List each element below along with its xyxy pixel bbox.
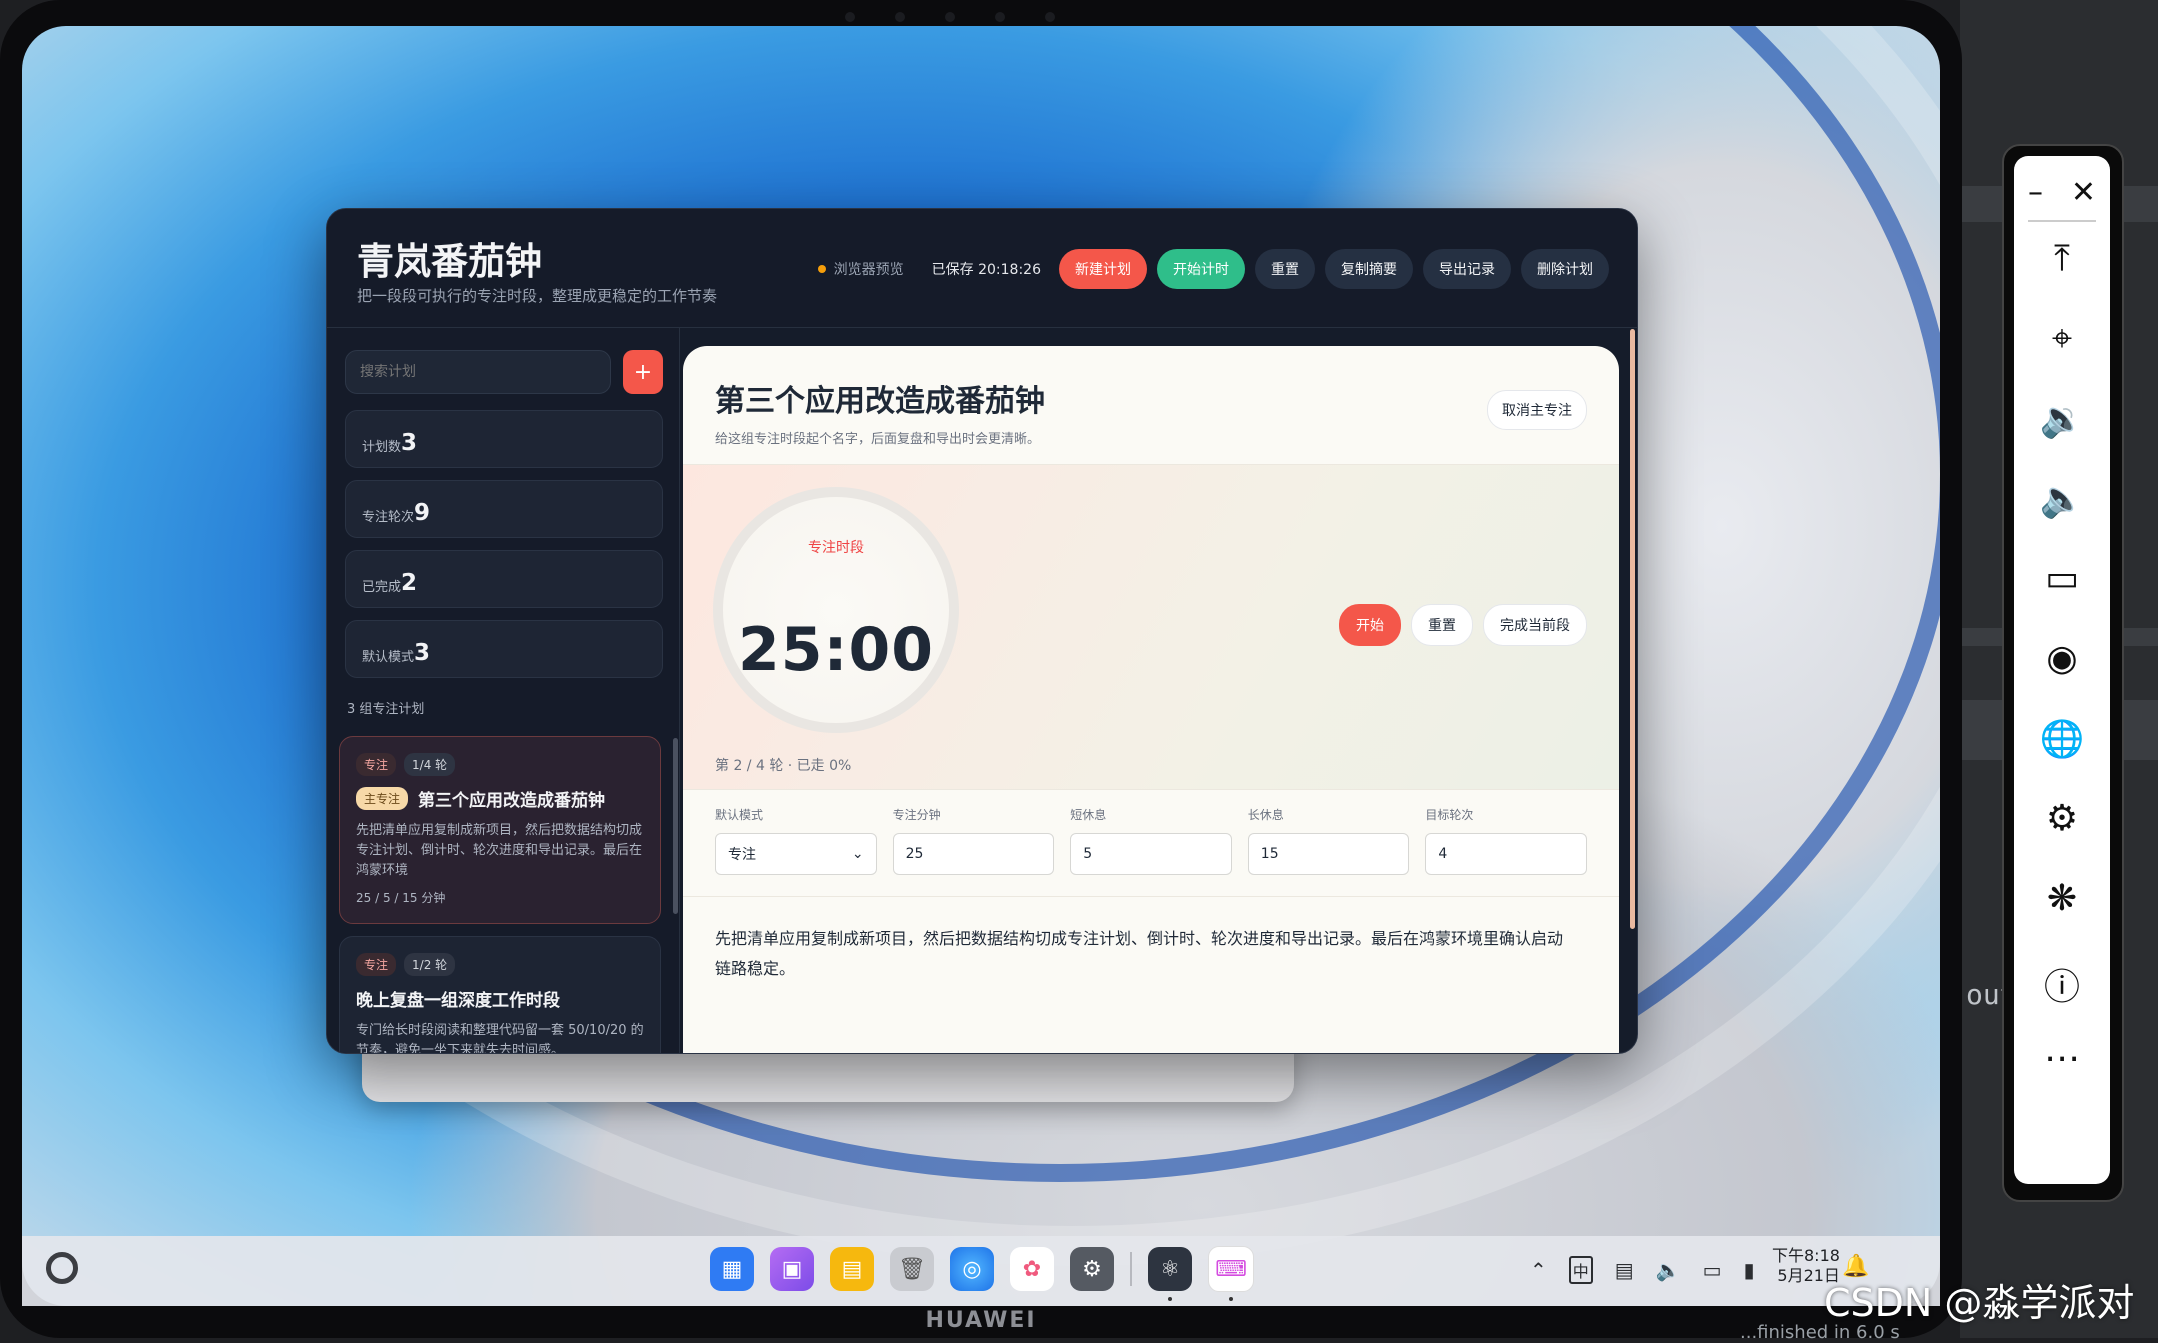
preview-status: 浏览器预览 <box>817 259 904 279</box>
system-tray: ⌃ 中 ▤ 🔈 ▭ ▮ <box>1530 1256 1755 1284</box>
long-break-label: 长休息 <box>1247 808 1284 822</box>
round-progress: 第 2 / 4 轮 · 已走 0% <box>715 758 852 774</box>
target-rounds-input[interactable]: 4 <box>1425 833 1587 875</box>
status-dot-icon <box>817 265 826 273</box>
gallery-icon[interactable]: ✿ <box>1010 1247 1054 1291</box>
plan-rounds-tag: 1/4 轮 <box>404 753 456 776</box>
default-mode-label: 默认模式 <box>715 808 764 822</box>
focus-minutes-label: 专注分钟 <box>892 808 941 822</box>
cancel-main-focus-button[interactable]: 取消主专注 <box>1487 390 1587 430</box>
timer-start-button[interactable]: 开始 <box>1339 604 1401 646</box>
stat-focus-rounds: 专注轮次 9 <box>345 480 663 538</box>
plan-description: 专门给长时段阅读和整理代码留一套 50/10/20 的节奏，避免一坐下来就失去时… <box>356 1023 644 1054</box>
timer-ring: 专注时段 25:00 <box>713 487 959 733</box>
delete-plan-button[interactable]: 删除计划 <box>1521 249 1609 289</box>
pomodoro-app-window: 青岚番茄钟 把一段段可执行的专注时段，整理成更稳定的工作节奏 浏览器预览 已保存… <box>326 208 1638 1054</box>
device-brand: HUAWEI <box>925 1308 1037 1333</box>
stat-plan-count: 计划数 3 <box>345 410 663 468</box>
plan-description: 先把清单应用复制成新项目，然后把数据结构切成专注计划、倒计时、轮次进度和导出记录… <box>356 823 643 878</box>
timer-area: 专注时段 25:00 第 2 / 4 轮 · 已走 0% 开始 重置 完成当前段 <box>683 464 1619 790</box>
app-header: 青岚番茄钟 把一段段可执行的专注时段，整理成更稳定的工作节奏 浏览器预览 已保存… <box>327 209 1637 328</box>
browser-icon[interactable]: ◎ <box>950 1247 994 1291</box>
plan-mode-tag: 专注 <box>356 753 397 776</box>
add-plan-button[interactable]: + <box>623 350 663 394</box>
keyboard-icon[interactable]: ⋯ <box>2014 1038 2110 1079</box>
settings-icon[interactable]: ⚙ <box>1070 1247 1114 1291</box>
app-title: 青岚番茄钟 <box>357 240 542 283</box>
multitask-icon[interactable]: ▣ <box>770 1247 814 1291</box>
taskbar: ▦ ▣ ▤ 🗑 ◎ ✿ ⚙ ⚛ ⌨ ⌃ 中 ▤ 🔈 ▭ ▮ 下午8:18 5月21… <box>22 1236 1940 1306</box>
sidebar-scrollbar[interactable] <box>673 738 678 914</box>
app-center-icon[interactable]: ▦ <box>710 1247 754 1291</box>
plan-notes[interactable]: 先把清单应用复制成新项目，然后把数据结构切成专注计划、倒计时、轮次进度和导出记录… <box>715 924 1575 984</box>
copy-summary-button[interactable]: 复制摘要 <box>1325 249 1413 289</box>
search-input[interactable] <box>345 350 611 394</box>
new-plan-button[interactable]: 新建计划 <box>1059 249 1147 289</box>
short-break-input[interactable]: 5 <box>1070 833 1232 875</box>
focus-minutes-input[interactable]: 25 <box>892 833 1055 875</box>
stat-default-mode: 默认模式 3 <box>345 620 663 678</box>
saved-status: 已保存 20:18:26 <box>931 262 1041 278</box>
signal-icon[interactable]: ◉ <box>2014 638 2110 679</box>
short-break-label: 短休息 <box>1070 808 1107 822</box>
plan-name-title[interactable]: 第三个应用改造成番茄钟 <box>715 376 1045 420</box>
plan-detail-panel: 第三个应用改造成番茄钟 给这组专注时段起个名字，后面复盘和导出时会更清晰。 取消… <box>683 346 1619 1053</box>
trash-icon[interactable]: 🗑 <box>890 1247 934 1291</box>
deveco-icon[interactable]: ⚛ <box>1148 1247 1192 1301</box>
main-focus-badge: 主专注 <box>356 787 409 810</box>
camera-sensors <box>820 12 1080 24</box>
plan-title: 第三个应用改造成番茄钟 <box>418 791 606 811</box>
long-break-input[interactable]: 15 <box>1247 833 1410 875</box>
minimize-icon[interactable]: – <box>2028 175 2043 210</box>
info-icon[interactable]: ⓘ <box>2014 958 2110 1010</box>
display-icon[interactable]: ▭ <box>1703 1258 1722 1282</box>
crop-icon[interactable]: ⌖ <box>2014 318 2110 360</box>
gear-icon[interactable]: ⚙ <box>2014 798 2110 839</box>
chevron-down-icon: ⌄ <box>851 846 864 862</box>
start-timer-button[interactable]: 开始计时 <box>1157 249 1245 289</box>
export-records-button[interactable]: 导出记录 <box>1423 249 1511 289</box>
plan-mode-tag: 专注 <box>356 953 397 976</box>
volume-up-icon[interactable]: 🔉 <box>2014 398 2110 440</box>
volume-icon[interactable]: 🔈 <box>1656 1258 1681 1282</box>
target-rounds-label: 目标轮次 <box>1425 808 1474 822</box>
pin-top-icon[interactable]: ⤒ <box>2014 238 2110 280</box>
clipboard-icon[interactable]: ▤ <box>1615 1258 1634 1282</box>
reset-button[interactable]: 重置 <box>1255 249 1315 289</box>
emulator-toolbar: – ✕ ⤒ ⌖ 🔉 🔈 ▭ ◉ 🌐 ⚙ ❋ ⓘ ⋯ <box>2014 156 2110 1184</box>
bug-icon[interactable]: ❋ <box>2014 878 2110 919</box>
main-scrollbar[interactable] <box>1630 329 1635 929</box>
plan-durations: 25 / 5 / 15 分钟 <box>356 891 446 905</box>
close-icon[interactable]: ✕ <box>2071 175 2096 210</box>
dock: ▦ ▣ ▤ 🗑 ◎ ✿ ⚙ ⚛ ⌨ <box>710 1246 1254 1301</box>
ime-indicator[interactable]: 中 <box>1568 1256 1593 1284</box>
watermark: CSDN @淼学派对 <box>1824 1281 2135 1325</box>
plan-name-hint: 给这组专注时段起个名字，后面复盘和导出时会更清晰。 <box>715 432 1041 447</box>
battery-icon[interactable]: ▮ <box>1744 1258 1755 1282</box>
plan-card[interactable]: 专注 1/2 轮 晚上复盘一组深度工作时段 专门给长时段阅读和整理代码留一套 5… <box>339 936 661 1054</box>
sidebar: + 计划数3 专注轮次9 已完成2 默认模式3 3 组专注计划 专注 1/4 轮… <box>327 328 680 1053</box>
default-mode-select[interactable]: 专注 ⌄ <box>715 833 877 875</box>
volume-down-icon[interactable]: 🔈 <box>2014 478 2110 520</box>
plan-card-active[interactable]: 专注 1/4 轮 主专注 第三个应用改造成番茄钟 先把清单应用复制成新项目，然后把… <box>339 736 661 924</box>
globe-icon[interactable]: 🌐 <box>2014 718 2110 760</box>
plan-rounds-tag: 1/2 轮 <box>404 953 456 976</box>
stat-completed: 已完成 2 <box>345 550 663 608</box>
battery-outline-icon[interactable]: ▭ <box>2014 558 2110 599</box>
timer-reset-button[interactable]: 重置 <box>1411 604 1473 646</box>
timer-phase-label: 专注时段 <box>808 540 864 556</box>
chevron-up-icon[interactable]: ⌃ <box>1530 1258 1547 1282</box>
complete-segment-button[interactable]: 完成当前段 <box>1483 604 1587 646</box>
timer-countdown: 25:00 <box>738 615 934 685</box>
pomodoro-app-icon[interactable]: ⌨ <box>1208 1246 1254 1301</box>
divider <box>683 896 1619 897</box>
start-icon[interactable] <box>46 1252 78 1284</box>
plan-title: 晚上复盘一组深度工作时段 <box>356 991 560 1011</box>
app-subtitle: 把一段段可执行的专注时段，整理成更稳定的工作节奏 <box>357 287 718 305</box>
files-icon[interactable]: ▤ <box>830 1247 874 1291</box>
plan-group-label: 3 组专注计划 <box>347 702 425 717</box>
